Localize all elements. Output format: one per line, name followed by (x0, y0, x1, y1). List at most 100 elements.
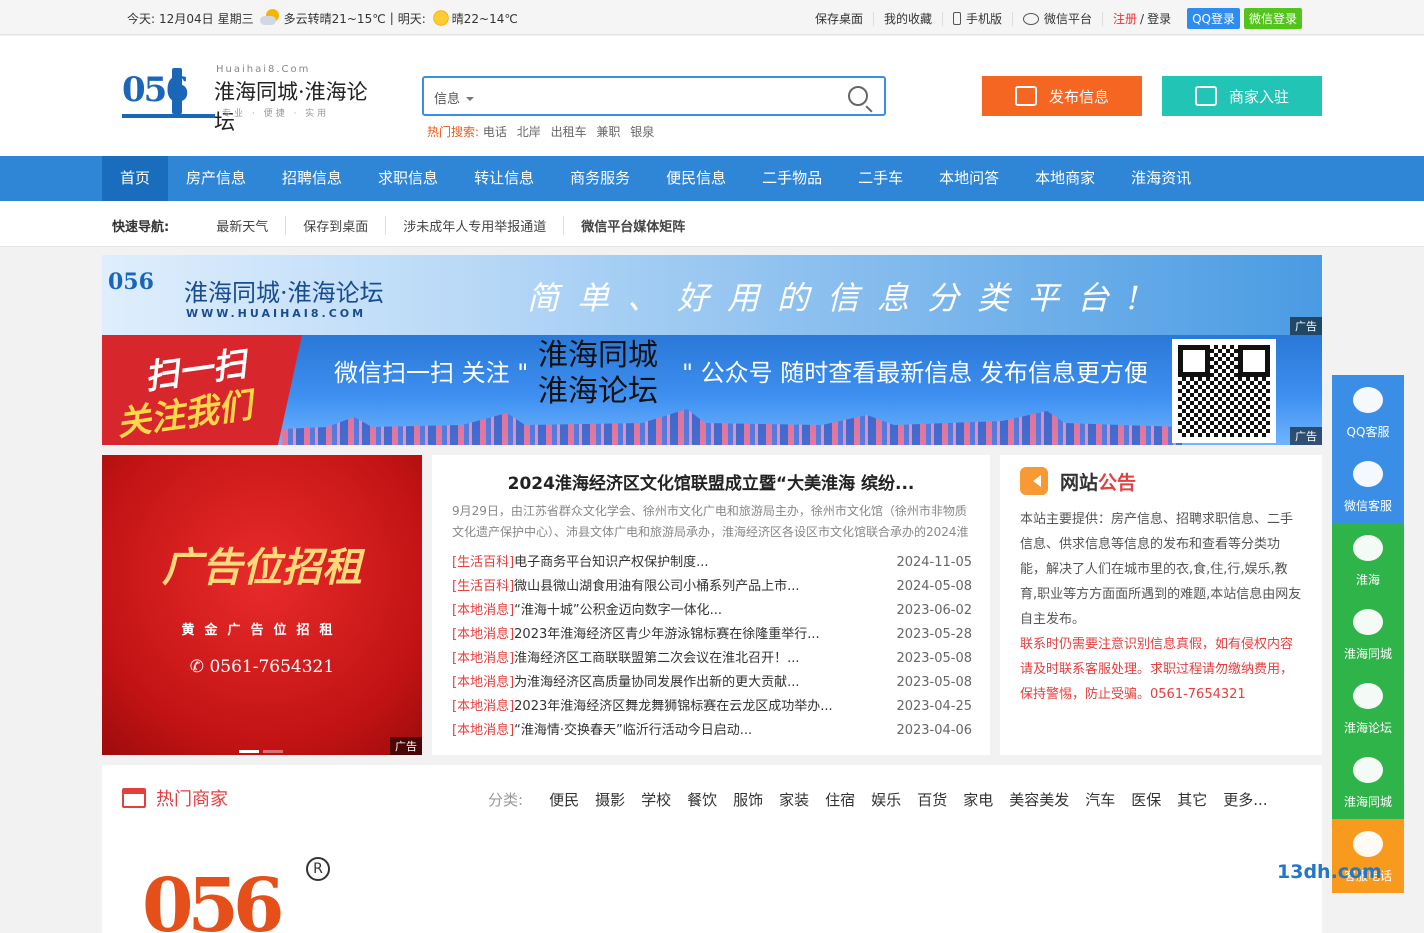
hot-term[interactable]: 出租车 (551, 125, 587, 139)
hot-term[interactable]: 银泉 (630, 125, 654, 139)
banner-wechat[interactable]: 扫一扫 关注我们 微信扫一扫 关注 " 淮海同城 淮海论坛 " 公众号 随时查看… (102, 335, 1322, 445)
quick-nav: 快速导航: 最新天气 保存到桌面 涉未成年人专用举报通道 微信平台媒体矩阵 (0, 201, 1424, 247)
search-category-select[interactable]: 信息 (434, 88, 474, 107)
site-logo[interactable]: 056 Huaihai8.Com 淮海同城·淮海论坛 专业 · 便捷 · 实用 (122, 64, 387, 134)
category-link[interactable]: 住宿 (825, 789, 855, 810)
category-link[interactable]: 摄影 (595, 789, 625, 810)
qq-icon (1353, 387, 1383, 413)
hot-search-label: 热门搜索: (427, 125, 480, 139)
news-headline[interactable]: 2024淮海经济区文化馆联盟成立暨“大美淮海 缤纷... (432, 469, 990, 494)
logo-underline (122, 114, 215, 118)
banner-slogan[interactable]: 056 淮海同城·淮海论坛 WWW.HUAIHAI8.COM 简单、好用的信息分… (102, 255, 1322, 335)
category-link[interactable]: 服饰 (733, 789, 763, 810)
wechat-huaihai-button[interactable]: 淮海 (1332, 523, 1404, 597)
list-item[interactable]: [本地消息] 淮海经济区工商联联盟第二次会议在淮北召开！... 2023-05-08 (452, 647, 972, 671)
quick-nav-item[interactable]: 微信平台媒体矩阵 (564, 216, 702, 235)
today-weather: 多云转晴21~15℃ (283, 11, 386, 26)
mobile-link[interactable]: 手机版 (943, 11, 1013, 26)
hot-term[interactable]: 电话 (483, 125, 507, 139)
nav-item[interactable]: 转让信息 (456, 156, 552, 201)
nav-item[interactable]: 便民信息 (648, 156, 744, 201)
list-item[interactable]: [本地消息] “淮海情·交换春天”临沂行活动今日启动... 2023-04-06 (452, 719, 972, 743)
nav-item[interactable]: 淮海资讯 (1113, 156, 1209, 201)
merchant-categories: 分类: 便民 摄影 学校 餐饮 服饰 家装 住宿 娱乐 百货 家电 美容美发 汽… (488, 789, 1284, 810)
hot-search: 热门搜索: 电话 北岸 出租车 兼职 银泉 (427, 123, 660, 140)
wechat-login-button[interactable]: 微信登录 (1243, 8, 1302, 29)
category-link[interactable]: 汽车 (1085, 789, 1115, 810)
weekday-text: 星期三 (217, 11, 254, 26)
ad-space-promo[interactable]: 广告位招租 黄金广告位招租 ✆ 0561-7654321 广告 (102, 455, 422, 755)
category-link[interactable]: 学校 (641, 789, 671, 810)
quick-nav-item[interactable]: 最新天气 (199, 216, 287, 235)
category-link[interactable]: 家电 (963, 789, 993, 810)
list-item[interactable]: [本地消息] 为淮海经济区高质量协同发展作出新的更大贡献... 2023-05-08 (452, 671, 972, 695)
top-links: 保存桌面 我的收藏 手机版 微信平台 注册 / 登录 QQ登录 微信登录 (805, 8, 1302, 29)
header: 056 Huaihai8.Com 淮海同城·淮海论坛 专业 · 便捷 · 实用 … (0, 36, 1424, 156)
list-item[interactable]: [生活百科] 电子商务平台知识产权保护制度... 2024-11-05 (452, 551, 972, 575)
quick-nav-item[interactable]: 保存到桌面 (286, 216, 387, 235)
merchant-join-button[interactable]: 商家入驻 (1162, 76, 1322, 116)
tomorrow-weather: 晴22~14℃ (451, 11, 518, 26)
category-link[interactable]: 医保 (1131, 789, 1161, 810)
category-link[interactable]: 美容美发 (1009, 789, 1069, 810)
list-item[interactable]: [生活百科] 微山县微山湖食用油有限公司小桶系列产品上市... 2024-05-08 (452, 575, 972, 599)
carousel-dots[interactable] (239, 738, 289, 753)
list-item[interactable]: [本地消息] 2023年淮海经济区舞龙舞狮锦标赛在云龙区成功举办... 2023-0… (452, 695, 972, 719)
nav-item[interactable]: 招聘信息 (264, 156, 360, 201)
mini-program-icon (1353, 757, 1383, 783)
phone-icon (952, 12, 961, 25)
favorites-link[interactable]: 我的收藏 (874, 11, 943, 26)
weather-info: 今天: 12月04日 星期三 多云转晴21~15℃ | 明天: 晴22~14℃ (127, 9, 522, 27)
hot-term[interactable]: 北岸 (517, 125, 541, 139)
category-link[interactable]: 其它 (1177, 789, 1207, 810)
register-link[interactable]: 注册 (1113, 12, 1137, 26)
list-item[interactable]: [本地消息] “淮海十城”公积金迈向数字一体化... 2023-06-02 (452, 599, 972, 623)
category-link[interactable]: 餐饮 (687, 789, 717, 810)
wechat-icon (1353, 461, 1383, 487)
nav-item[interactable]: 本地商家 (1017, 156, 1113, 201)
hot-term[interactable]: 兼职 (596, 125, 620, 139)
merchant-logo[interactable]: 056 (142, 863, 284, 933)
qq-service-button[interactable]: QQ客服 (1332, 375, 1404, 449)
category-link[interactable]: 娱乐 (871, 789, 901, 810)
category-link[interactable]: 便民 (549, 789, 579, 810)
tomorrow-label: 明天: (397, 11, 426, 26)
list-item[interactable]: [本地消息] 2023年淮海经济区青少年游泳锦标赛在徐隆重举行... 2023-05… (452, 623, 972, 647)
logo-slogan: 专业 · 便捷 · 实用 (222, 109, 330, 119)
category-link[interactable]: 家装 (779, 789, 809, 810)
save-desktop-link[interactable]: 保存桌面 (805, 11, 874, 26)
mini-program-button[interactable]: 淮海同城 (1332, 745, 1404, 819)
logo-bar (172, 68, 182, 114)
registered-mark: R (306, 857, 330, 881)
qr-code (1172, 339, 1276, 443)
wechat-tongcheng-button[interactable]: 淮海同城 (1332, 597, 1404, 671)
search-icon[interactable] (848, 86, 868, 106)
nav-item-home[interactable]: 首页 (102, 156, 169, 201)
nav-item[interactable]: 二手物品 (744, 156, 840, 201)
separator: | (389, 11, 394, 25)
qq-login-button[interactable]: QQ登录 (1187, 8, 1240, 29)
watermark: 13dh.com (1277, 861, 1382, 883)
publish-info-button[interactable]: 发布信息 (982, 76, 1142, 116)
banner-slogan-text: 简单、好用的信息分类平台! (527, 279, 1158, 317)
nav-item[interactable]: 二手车 (840, 156, 921, 201)
notice-header: 网站公告 (1020, 467, 1136, 495)
wechat-service-button[interactable]: 微信客服 (1332, 449, 1404, 523)
nav-item[interactable]: 商务服务 (552, 156, 648, 201)
login-link[interactable]: 登录 (1147, 12, 1171, 26)
banner-text-1: 微信扫一扫 关注 " (334, 359, 529, 387)
today-label: 今天: (127, 11, 156, 26)
news-summary: 9月29日，由江苏省群众文化学会、徐州市文化广电和旅游局主办，徐州市文化馆（徐州… (452, 504, 969, 539)
ad-tag: 广告 (390, 737, 422, 755)
wechat-luntan-button[interactable]: 淮海论坛 (1332, 671, 1404, 745)
nav-item[interactable]: 本地问答 (921, 156, 1017, 201)
banner-url: WWW.HUAIHAI8.COM (186, 307, 367, 320)
nav-item[interactable]: 房产信息 (168, 156, 264, 201)
shop-icon (122, 788, 146, 808)
wechat-platform-link[interactable]: 微信平台 (1013, 11, 1103, 26)
category-link[interactable]: 百货 (917, 789, 947, 810)
nav-item[interactable]: 求职信息 (360, 156, 456, 201)
ad-tag: 广告 (1290, 427, 1322, 445)
more-link[interactable]: 更多... (1223, 789, 1267, 810)
quick-nav-item[interactable]: 涉未成年人专用举报通道 (386, 216, 565, 235)
